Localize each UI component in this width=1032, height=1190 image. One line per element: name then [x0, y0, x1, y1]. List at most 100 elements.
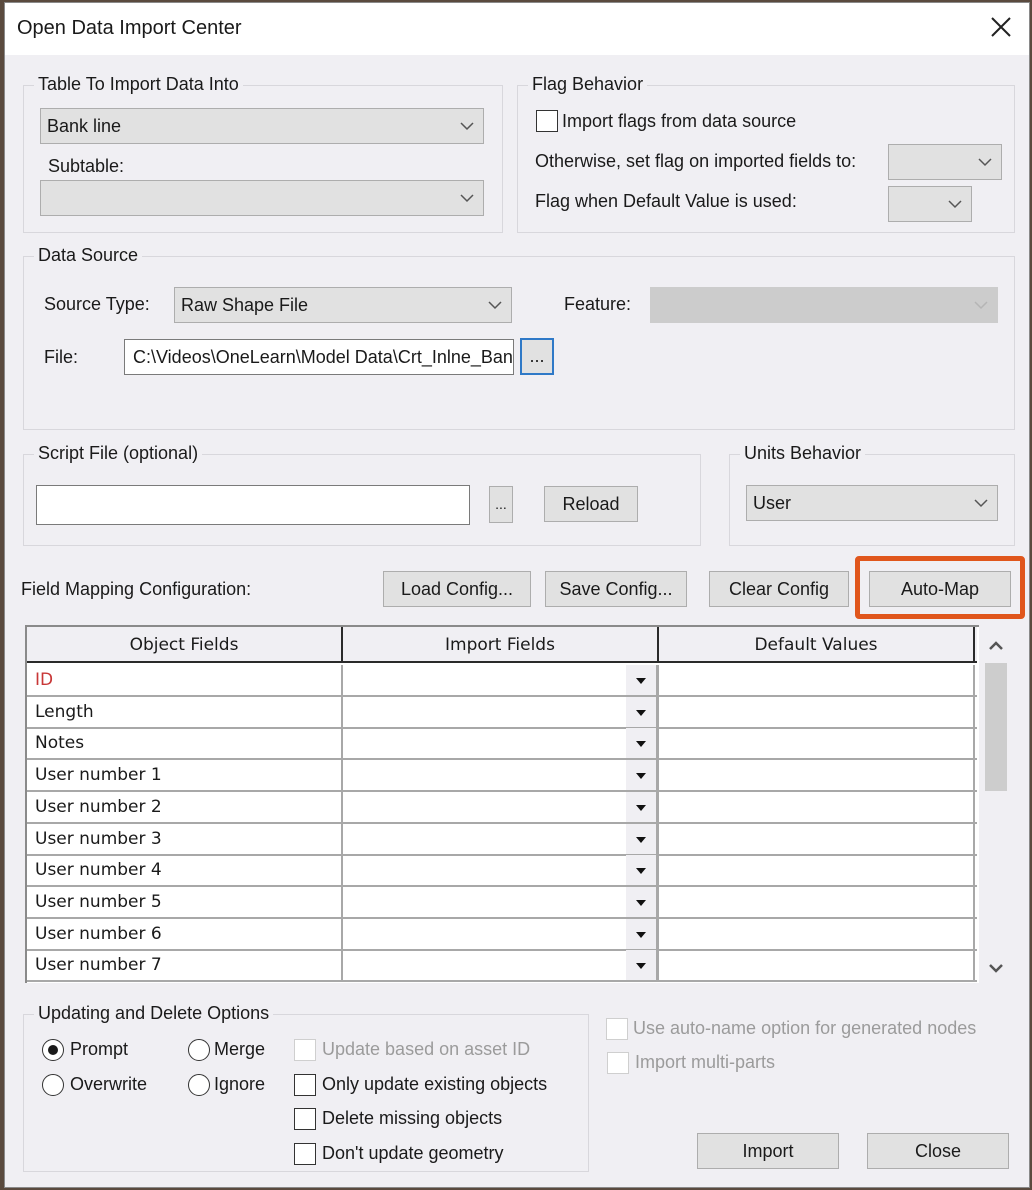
radio-ignore[interactable]	[188, 1074, 210, 1096]
subtable-label: Subtable:	[48, 156, 125, 176]
table-row[interactable]: User number 4	[27, 855, 977, 888]
dont-update-geometry-checkbox[interactable]	[294, 1143, 316, 1165]
import-multi-parts-checkbox[interactable]	[607, 1052, 629, 1074]
scroll-up-icon[interactable]	[981, 633, 1011, 659]
auto-map-highlight	[855, 556, 1025, 619]
dropdown-arrow-icon[interactable]	[626, 791, 656, 822]
scroll-down-icon[interactable]	[981, 955, 1011, 981]
save-config-button[interactable]: Save Config...	[545, 571, 687, 607]
file-browse-button[interactable]: ...	[520, 338, 554, 375]
import-field-cell[interactable]	[343, 918, 659, 949]
import-flags-label: Import flags from data source	[562, 111, 797, 131]
default-value-cell[interactable]	[659, 728, 975, 759]
script-browse-button[interactable]: ...	[489, 486, 513, 523]
dropdown-arrow-icon[interactable]	[626, 665, 656, 695]
delete-missing-checkbox[interactable]	[294, 1108, 316, 1130]
only-update-existing-checkbox[interactable]	[294, 1074, 316, 1096]
close-icon[interactable]	[987, 13, 1015, 41]
close-button[interactable]: Close	[867, 1133, 1009, 1169]
default-value-cell[interactable]	[659, 791, 975, 822]
chevron-down-icon	[488, 301, 502, 310]
dropdown-arrow-icon[interactable]	[626, 696, 656, 727]
column-header-default-values[interactable]: Default Values	[659, 627, 975, 663]
feature-label: Feature:	[564, 294, 632, 314]
script-file-legend: Script File (optional)	[34, 443, 203, 464]
dropdown-arrow-icon[interactable]	[626, 855, 656, 886]
file-path-input[interactable]: C:\Videos\OneLearn\Model Data\Crt_Inlne_…	[124, 339, 514, 375]
dropdown-arrow-icon[interactable]	[626, 728, 656, 759]
import-field-cell[interactable]	[343, 855, 659, 886]
table-row[interactable]: Length	[27, 696, 977, 729]
table-select-value: Bank line	[47, 116, 122, 136]
table-row[interactable]: User number 2	[27, 791, 977, 824]
default-value-cell[interactable]	[659, 855, 975, 886]
table-row[interactable]: User number 6	[27, 918, 977, 951]
object-field-cell: Length	[27, 696, 343, 727]
table-row[interactable]: User number 1	[27, 760, 977, 793]
default-value-cell[interactable]	[659, 950, 975, 981]
chevron-down-icon	[978, 158, 992, 167]
import-field-cell[interactable]	[343, 696, 659, 727]
table-row[interactable]: Notes	[27, 728, 977, 761]
table-group-legend: Table To Import Data Into	[34, 74, 243, 95]
source-type-label: Source Type:	[44, 294, 150, 314]
units-select[interactable]: User	[746, 485, 998, 521]
otherwise-flag-select[interactable]	[888, 144, 1002, 180]
object-field-cell: User number 3	[27, 823, 343, 854]
table-row[interactable]: User number 3	[27, 823, 977, 856]
import-field-cell[interactable]	[343, 950, 659, 981]
radio-overwrite[interactable]	[42, 1074, 64, 1096]
dropdown-arrow-icon[interactable]	[626, 886, 656, 917]
dropdown-arrow-icon[interactable]	[626, 918, 656, 949]
field-mapping-grid: Object Fields Import Fields Default Valu…	[25, 625, 979, 983]
import-field-cell[interactable]	[343, 791, 659, 822]
reload-button[interactable]: Reload	[544, 486, 638, 522]
feature-select[interactable]	[650, 287, 998, 323]
import-multi-parts-label: Import multi-parts	[635, 1052, 776, 1072]
import-field-cell[interactable]	[343, 886, 659, 917]
import-field-cell[interactable]	[343, 760, 659, 791]
dropdown-arrow-icon[interactable]	[626, 950, 656, 981]
default-value-cell[interactable]	[659, 696, 975, 727]
otherwise-flag-label: Otherwise, set flag on imported fields t…	[535, 151, 857, 171]
table-row[interactable]: User number 7	[27, 950, 977, 983]
default-used-flag-label: Flag when Default Value is used:	[535, 191, 797, 211]
radio-prompt[interactable]	[42, 1039, 64, 1061]
grid-header: Object Fields Import Fields Default Valu…	[27, 627, 977, 663]
table-row[interactable]: User number 5	[27, 886, 977, 919]
default-value-cell[interactable]	[659, 760, 975, 791]
source-type-value: Raw Shape File	[181, 295, 309, 315]
table-row[interactable]: ID	[27, 665, 977, 697]
script-file-input[interactable]	[36, 485, 470, 525]
default-value-cell[interactable]	[659, 823, 975, 854]
default-used-flag-select[interactable]	[888, 186, 972, 222]
default-value-cell[interactable]	[659, 886, 975, 917]
load-config-button[interactable]: Load Config...	[383, 571, 531, 607]
source-type-select[interactable]: Raw Shape File	[174, 287, 512, 323]
subtable-select[interactable]	[40, 180, 484, 216]
radio-prompt-label: Prompt	[70, 1039, 129, 1059]
object-field-cell: User number 1	[27, 760, 343, 791]
chevron-down-icon	[974, 499, 988, 508]
column-header-import-fields[interactable]: Import Fields	[343, 627, 659, 663]
scrollbar-thumb[interactable]	[985, 663, 1007, 791]
default-value-cell[interactable]	[659, 918, 975, 949]
clear-config-button[interactable]: Clear Config	[709, 571, 849, 607]
table-select[interactable]: Bank line	[40, 108, 484, 144]
import-field-cell[interactable]	[343, 728, 659, 759]
update-asset-id-checkbox[interactable]	[294, 1039, 316, 1061]
object-field-cell: User number 4	[27, 855, 343, 886]
dropdown-arrow-icon[interactable]	[626, 823, 656, 854]
import-field-cell[interactable]	[343, 665, 659, 695]
data-source-group: Data Source Source Type: Raw Shape File …	[23, 245, 1015, 430]
dropdown-arrow-icon[interactable]	[626, 760, 656, 791]
auto-name-checkbox[interactable]	[606, 1018, 628, 1040]
import-field-cell[interactable]	[343, 823, 659, 854]
column-header-object-fields[interactable]: Object Fields	[27, 627, 343, 663]
radio-merge[interactable]	[188, 1039, 210, 1061]
field-mapping-label: Field Mapping Configuration:	[21, 579, 252, 599]
import-button[interactable]: Import	[697, 1133, 839, 1169]
grid-vertical-scrollbar[interactable]	[981, 629, 1011, 983]
default-value-cell[interactable]	[659, 665, 975, 695]
import-flags-checkbox[interactable]	[536, 110, 558, 132]
